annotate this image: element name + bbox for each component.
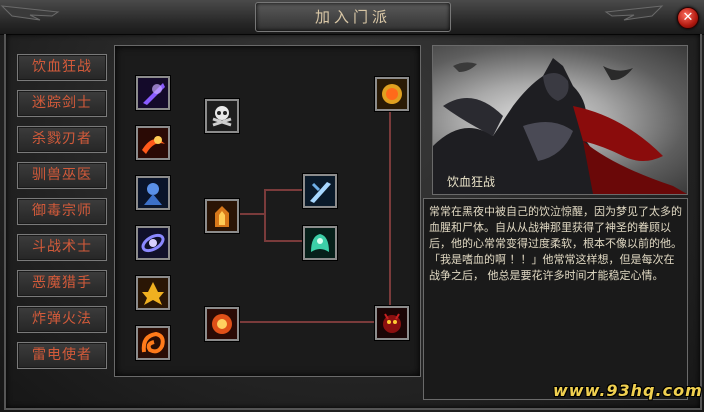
class-button-bomb-mage[interactable]: 炸弹火法: [17, 306, 107, 333]
class-button-blood-warrior[interactable]: 饮血狂战: [17, 54, 107, 81]
flame-armor-icon[interactable]: [205, 199, 239, 233]
class-button-battle-mage[interactable]: 斗战术士: [17, 234, 107, 261]
title-bar: 加入门派 ✕: [0, 0, 704, 35]
ice-blade-icon[interactable]: [303, 174, 337, 208]
portrait-class-name: 饮血狂战: [447, 175, 496, 189]
class-button-beast-shaman[interactable]: 驯兽巫医: [17, 162, 107, 189]
arcane-orb-icon[interactable]: [136, 226, 170, 260]
blue-warrior-icon[interactable]: [136, 176, 170, 210]
golden-rage-icon[interactable]: [136, 276, 170, 310]
right-wing-ornament: [604, 5, 664, 21]
warrior-portrait-art: [433, 58, 687, 194]
left-wing-ornament: [0, 5, 60, 21]
green-spirit-icon[interactable]: [303, 226, 337, 260]
fire-fist-icon[interactable]: [205, 307, 239, 341]
class-button-poison-master[interactable]: 御毒宗师: [17, 198, 107, 225]
class-button-slayer[interactable]: 杀戮刃者: [17, 126, 107, 153]
close-icon: ✕: [682, 10, 694, 25]
site-watermark: www.93hq.com: [553, 381, 703, 400]
class-button-demon-hunter[interactable]: 恶魔猎手: [17, 270, 107, 297]
class-description-panel: 常常在黑夜中被自己的饮泣惊醒，因为梦见了太多的血腥和尸体。自从从战神那里获得了神…: [423, 198, 688, 400]
class-button-thunder-envoy[interactable]: 雷电使者: [17, 342, 107, 369]
golden-shield-icon[interactable]: [375, 77, 409, 111]
join-faction-window: 加入门派 ✕ 饮血狂战 迷踪剑士 杀戮刃者 驯兽巫医 御毒宗师 斗战术士 恶魔猎…: [0, 0, 704, 412]
skull-crossbones-icon[interactable]: [205, 99, 239, 133]
purple-slash-icon[interactable]: [136, 76, 170, 110]
red-demon-icon[interactable]: [375, 306, 409, 340]
close-button[interactable]: ✕: [677, 7, 699, 29]
class-button-swordsman[interactable]: 迷踪剑士: [17, 90, 107, 117]
fire-swirl-icon[interactable]: [136, 326, 170, 360]
window-title: 加入门派: [314, 8, 391, 26]
title-plate: 加入门派: [255, 2, 451, 32]
crimson-cleave-icon[interactable]: [136, 126, 170, 160]
class-description-text: 常常在黑夜中被自己的饮泣惊醒，因为梦见了太多的血腥和尸体。自从从战神那里获得了神…: [429, 205, 682, 282]
